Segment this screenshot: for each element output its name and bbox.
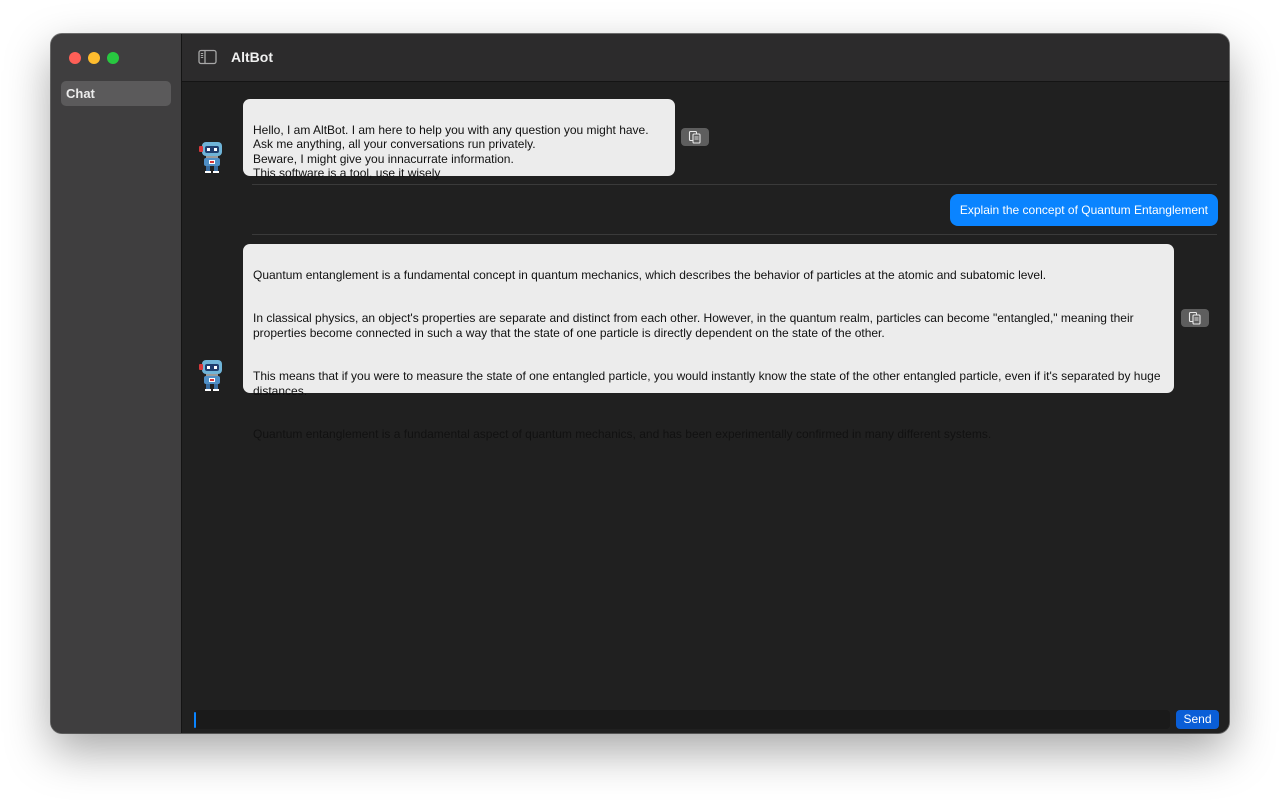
copy-button[interactable] [681,128,709,146]
text-caret [194,712,196,728]
close-window-button[interactable] [69,52,81,64]
user-message-text: Explain the concept of Quantum Entanglem… [959,203,1208,217]
robot-avatar-icon [199,360,222,391]
sidebar-toggle-button[interactable] [198,49,218,65]
main-panel: AltBot Hello, I am AltBot. I am here to … [182,34,1229,733]
user-message-bubble: Explain the concept of Quantum Entanglem… [949,194,1218,226]
sidebar-icon [198,49,217,65]
copy-button[interactable] [1181,309,1209,327]
app-title: AltBot [231,49,273,65]
bot-message-paragraph: Quantum entanglement is a fundamental co… [253,267,1047,282]
robot-avatar-icon [199,142,222,173]
bot-message-paragraph: Quantum entanglement is a fundamental as… [253,427,992,441]
copy-icon [688,130,701,144]
message-divider [252,184,1217,185]
copy-icon [1188,311,1201,325]
bot-message-bubble: Quantum entanglement is a fundamental co… [243,244,1174,441]
message-input[interactable] [194,710,1170,729]
bot-message-paragraph: In classical physics, an object's proper… [253,311,1134,340]
message-divider [252,234,1217,235]
zoom-window-button[interactable] [107,52,119,64]
sidebar: Chat [51,34,182,733]
send-button[interactable]: Send [1176,710,1219,729]
sidebar-item-chat[interactable]: Chat [61,81,171,106]
title-bar: AltBot [182,34,1229,82]
bot-message-text: Hello, I am AltBot. I am here to help yo… [253,122,649,181]
bot-avatar [198,358,226,391]
bot-avatar [198,140,226,173]
app-window: Chat AltBot Hello, I am AltBot. I am her… [51,34,1229,733]
minimize-window-button[interactable] [88,52,100,64]
bot-message-paragraph: This means that if you were to measure t… [253,369,1161,398]
bot-message-bubble: Hello, I am AltBot. I am here to help yo… [243,99,675,180]
